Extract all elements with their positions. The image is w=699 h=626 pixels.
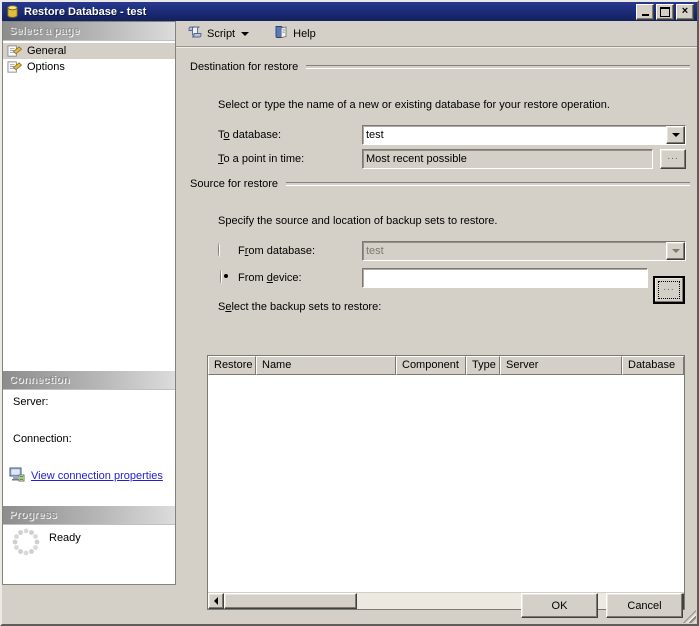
sidebar-item-options[interactable]: Options <box>3 59 175 75</box>
ok-button[interactable]: OK <box>521 593 598 618</box>
titlebar: Restore Database - test × <box>2 2 697 21</box>
view-connection-properties-link[interactable]: View connection properties <box>31 470 163 482</box>
chevron-down-icon <box>672 249 680 253</box>
grid-header-row: Restore Name Component Type Server Datab… <box>208 356 684 375</box>
grid-header-server[interactable]: Server <box>500 356 622 375</box>
grid-header-component[interactable]: Component <box>396 356 466 375</box>
help-button-label: Help <box>293 28 316 40</box>
page-icon <box>7 60 23 74</box>
destination-hint: Select or type the name of a new or exis… <box>218 99 610 111</box>
cancel-button-label: Cancel <box>627 600 661 612</box>
grid-body[interactable] <box>208 375 684 593</box>
grid-header-restore[interactable]: Restore <box>208 356 256 375</box>
from-device-radio[interactable] <box>220 270 222 284</box>
to-database-combobox[interactable] <box>362 125 686 145</box>
toolbar: Script Help <box>176 21 697 47</box>
grid-header-database[interactable]: Database <box>622 356 684 375</box>
help-button[interactable]: Help <box>268 23 321 45</box>
group-divider <box>286 182 690 186</box>
ellipsis-icon: ... <box>667 154 678 160</box>
database-icon <box>5 4 20 19</box>
from-database-radio[interactable] <box>218 243 220 257</box>
source-hint: Specify the source and location of backu… <box>218 215 497 227</box>
connection-header: Connection <box>3 371 175 390</box>
progress-status: Ready <box>49 532 81 544</box>
connection-properties-icon <box>9 466 25 485</box>
script-icon <box>187 24 207 43</box>
view-connection-properties-row: View connection properties <box>9 466 163 485</box>
grid-header-name[interactable]: Name <box>256 356 396 375</box>
sidebar-item-general[interactable]: General <box>3 43 175 59</box>
backup-sets-grid: Restore Name Component Type Server Datab… <box>207 355 685 610</box>
ok-button-label: OK <box>552 600 568 612</box>
from-database-input <box>363 242 666 260</box>
close-button[interactable]: × <box>676 4 694 20</box>
grid-header-type[interactable]: Type <box>466 356 500 375</box>
point-in-time-field <box>362 149 653 169</box>
script-button-label: Script <box>207 28 235 40</box>
to-database-label: To database: <box>218 129 281 141</box>
minimize-button[interactable] <box>636 4 654 20</box>
to-database-input[interactable] <box>363 126 666 144</box>
help-icon <box>273 24 293 43</box>
cancel-button[interactable]: Cancel <box>606 593 683 618</box>
backup-sets-label: Select the backup sets to restore: <box>218 301 381 313</box>
from-device-input[interactable] <box>363 269 647 287</box>
server-label: Server: <box>13 396 48 408</box>
arrow-left-icon <box>214 597 218 605</box>
chevron-down-icon <box>672 133 680 137</box>
page-icon <box>7 44 23 58</box>
from-device-field[interactable] <box>362 268 648 288</box>
general-page-content: Destination for restore Select or type t… <box>176 47 697 624</box>
progress-spinner-icon <box>11 527 41 560</box>
window-title: Restore Database - test <box>24 6 634 18</box>
close-icon: × <box>682 6 688 17</box>
from-database-dropdown-button <box>666 242 685 260</box>
sidebar-item-label: General <box>27 45 66 57</box>
from-device-browse-button[interactable]: ... <box>654 277 684 303</box>
source-group-label: Source for restore <box>190 178 278 190</box>
scroll-left-button[interactable] <box>208 593 224 609</box>
point-in-time-browse-button[interactable]: ... <box>660 149 686 169</box>
from-device-label: From device: <box>238 272 302 284</box>
point-in-time-label: To a point in time: <box>218 153 304 165</box>
select-a-page-header: Select a page <box>3 22 175 41</box>
from-database-label: From database: <box>238 245 315 257</box>
destination-group-label: Destination for restore <box>190 61 298 73</box>
script-dropdown-icon <box>241 32 249 36</box>
sidebar-item-label: Options <box>27 61 65 73</box>
group-divider <box>306 65 690 69</box>
source-group: Source for restore <box>190 178 690 190</box>
script-button[interactable]: Script <box>182 23 254 45</box>
sidebar: Select a page General Options Connect <box>2 21 176 585</box>
ellipsis-icon: ... <box>663 285 674 291</box>
from-database-combobox <box>362 241 686 261</box>
minimize-icon <box>642 14 649 16</box>
point-in-time-input <box>363 150 652 168</box>
maximize-icon <box>660 7 670 17</box>
to-database-dropdown-button[interactable] <box>666 126 685 144</box>
connection-label: Connection: <box>13 433 72 445</box>
scrollbar-thumb[interactable] <box>224 593 357 609</box>
destination-group: Destination for restore <box>190 61 690 73</box>
progress-header: Progress <box>3 506 175 525</box>
maximize-button[interactable] <box>656 4 674 20</box>
